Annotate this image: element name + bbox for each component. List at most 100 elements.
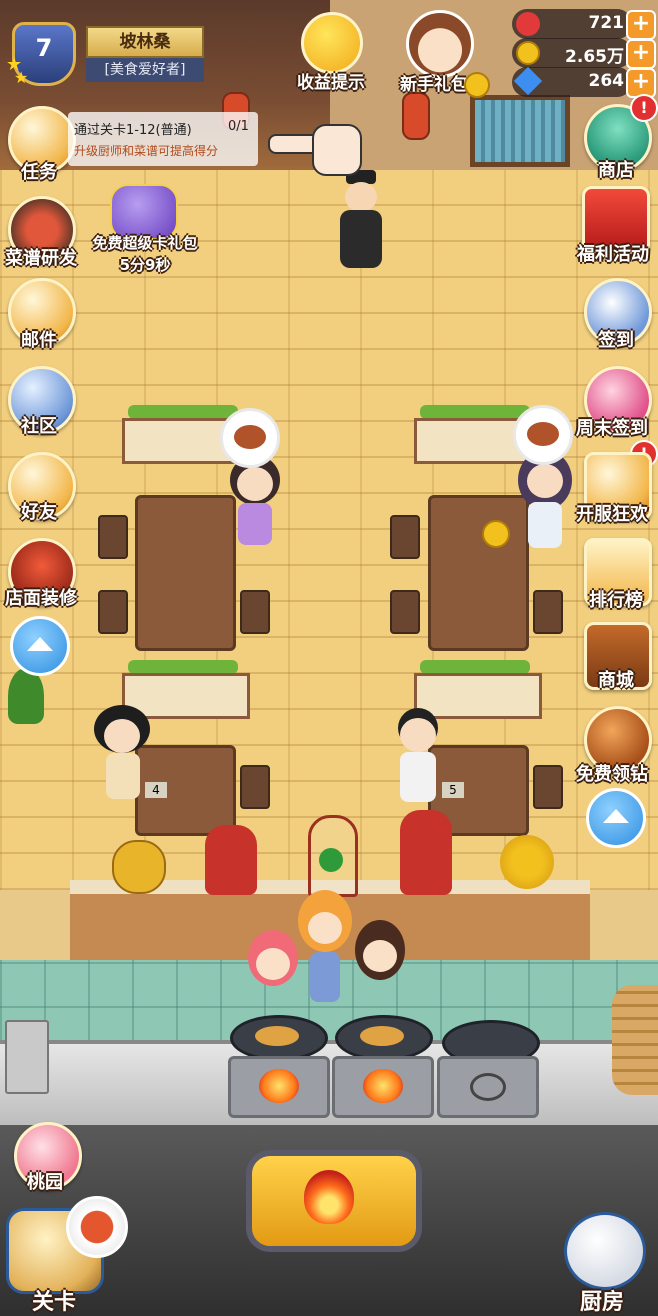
steamer-basket xyxy=(612,985,658,1095)
diner-customer[interactable] xyxy=(388,708,448,808)
coin-icon xyxy=(464,72,490,98)
star-icon: ★ xyxy=(14,68,29,87)
wok-pan[interactable] xyxy=(335,1015,433,1061)
hearts-counter: 721 xyxy=(512,9,632,39)
planter-rail xyxy=(128,660,238,674)
earnings-tip-button[interactable]: 收益提示 xyxy=(285,12,377,93)
friends-button[interactable]: 好友 xyxy=(4,452,76,528)
collapse-left-menu-button[interactable] xyxy=(10,616,70,676)
player-name: 坡林桑 xyxy=(86,26,204,58)
coin-icon xyxy=(516,41,540,65)
chair xyxy=(390,590,420,634)
earnings-tip-label: 收益提示 xyxy=(297,73,365,93)
diner-customer[interactable] xyxy=(88,705,156,805)
cook-fire-button[interactable] xyxy=(246,1150,422,1252)
gem-icon xyxy=(513,66,543,96)
burner-ring xyxy=(470,1073,506,1101)
notification-badge: ! xyxy=(630,94,658,122)
waiter-character[interactable] xyxy=(332,170,390,274)
coins-counter: 2.65万 xyxy=(512,38,632,68)
chef-hat-icon xyxy=(564,1212,646,1290)
mall-button[interactable]: 商城 xyxy=(578,622,654,698)
levels-button[interactable]: 关卡 xyxy=(0,1196,130,1315)
weekend-check-in-label: 周末签到 xyxy=(576,418,648,439)
girl-avatar-icon xyxy=(406,10,474,78)
store-decoration-button[interactable]: 店面装修 xyxy=(0,538,82,614)
free-diamonds-button[interactable]: 免费领钻 xyxy=(566,706,658,785)
add-hearts-button[interactable]: + xyxy=(626,10,656,40)
dish-icon xyxy=(66,1196,128,1258)
chair xyxy=(240,765,270,809)
quest-goal: 通过关卡1-12(普通) xyxy=(74,123,192,138)
check-in-label: 签到 xyxy=(598,330,634,351)
smiley-face-icon xyxy=(301,12,363,74)
mall-label: 商城 xyxy=(598,670,634,691)
leaderboard-button[interactable]: 排行榜 xyxy=(576,538,656,614)
mail-label: 邮件 xyxy=(21,330,57,351)
kitchen-button[interactable]: 厨房 xyxy=(548,1206,656,1315)
chair xyxy=(98,590,128,634)
recipe-research-button[interactable]: 菜谱研发 xyxy=(0,196,82,272)
stove-burner[interactable] xyxy=(228,1056,330,1118)
kitchen-label: 厨房 xyxy=(579,1290,624,1315)
quest-label: 任务 xyxy=(21,162,57,183)
levels-label: 关卡 xyxy=(31,1290,76,1315)
quest-button[interactable]: 任务 xyxy=(4,106,76,183)
peach-garden-button[interactable]: 桃园 xyxy=(10,1122,82,1202)
potted-plant xyxy=(8,668,44,724)
peach-garden-label: 桃园 xyxy=(27,1172,63,1193)
chevron-up-icon xyxy=(603,809,629,823)
coins-value: 2.65万 xyxy=(565,47,624,67)
lantern-icon xyxy=(402,92,430,140)
welfare-events-button[interactable]: 福利活动 xyxy=(568,186,658,266)
player-name-plate[interactable]: 坡林桑 [美食爱好者] xyxy=(86,26,204,82)
welfare-events-label: 福利活动 xyxy=(577,244,649,265)
hearts-value: 721 xyxy=(588,13,625,33)
store-decoration-label: 店面装修 xyxy=(5,588,77,609)
birdcage-icon xyxy=(308,815,358,897)
gift-pack-timer: 5分9秒 xyxy=(119,256,171,274)
chef-character[interactable] xyxy=(345,920,415,1020)
diner-customer[interactable] xyxy=(220,455,290,555)
planter-rail xyxy=(420,405,530,419)
god-of-wealth-figure xyxy=(400,810,452,895)
community-button[interactable]: 社区 xyxy=(4,366,76,442)
collapse-right-menu-button[interactable] xyxy=(586,788,646,848)
free-diamonds-label: 免费领钻 xyxy=(576,764,648,785)
stove-burner[interactable] xyxy=(332,1056,434,1118)
player-title: [美食爱好者] xyxy=(86,58,204,82)
add-coins-button[interactable]: + xyxy=(626,39,656,69)
gems-counter: 264 xyxy=(512,66,632,97)
mail-button[interactable]: 邮件 xyxy=(4,278,76,354)
coin-icon[interactable] xyxy=(482,520,510,548)
community-label: 社区 xyxy=(21,416,57,437)
launch-carnival-label: 开服狂欢 xyxy=(576,504,648,525)
leaderboard-label: 排行榜 xyxy=(589,590,643,611)
chair xyxy=(390,515,420,559)
shop-label: 商店 xyxy=(598,160,634,181)
recipe-research-label: 菜谱研发 xyxy=(5,248,77,269)
roast-chicken-icon xyxy=(527,422,559,446)
gift-pack-button[interactable]: 免费超级卡礼包 5分9秒 xyxy=(70,180,220,276)
wok-pan[interactable] xyxy=(230,1015,328,1061)
weekend-check-in-button[interactable]: 周末签到 xyxy=(566,366,658,442)
fire-icon xyxy=(363,1069,403,1103)
food-order-bubble[interactable] xyxy=(220,408,280,468)
stove-burner[interactable] xyxy=(437,1056,539,1118)
player-badge[interactable]: 7 ★ ★ xyxy=(2,8,80,87)
god-of-wealth-figure xyxy=(205,825,257,895)
food-order-bubble[interactable] xyxy=(513,405,573,465)
friends-label: 好友 xyxy=(21,502,57,523)
quest-progress: 0/1 xyxy=(228,119,249,134)
money-tree-decor xyxy=(500,835,554,889)
chair xyxy=(240,590,270,634)
quest-tracker[interactable]: 通过关卡1-12(普通) 0/1 升级厨师和菜谱可提高得分 xyxy=(68,112,258,166)
launch-carnival-button[interactable]: 开服狂欢 xyxy=(566,452,658,528)
pointing-hand-icon xyxy=(268,120,362,176)
check-in-button[interactable]: 签到 xyxy=(578,278,654,354)
chair xyxy=(533,590,563,634)
newbie-gift-button[interactable]: 新手礼包 xyxy=(392,8,492,98)
gift-pack-title: 免费超级卡礼包 xyxy=(92,234,198,252)
fire-icon xyxy=(304,1170,354,1224)
shop-window xyxy=(470,95,570,167)
